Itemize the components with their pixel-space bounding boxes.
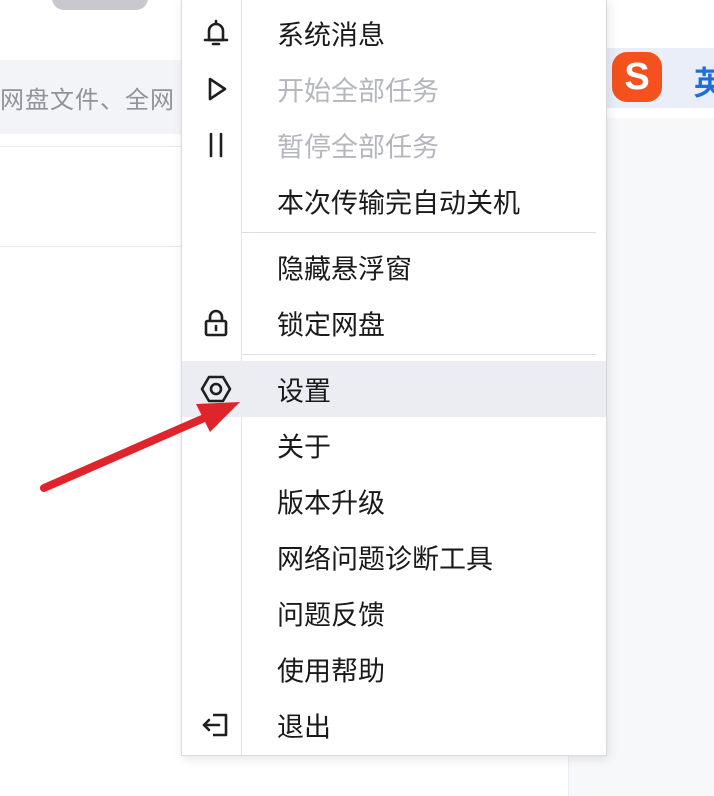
menu-item-label: 设置 bbox=[277, 376, 331, 408]
background-divider bbox=[0, 146, 190, 147]
menu-separator bbox=[242, 354, 596, 355]
menu-item-label: 隐藏悬浮窗 bbox=[277, 254, 412, 286]
lock-icon bbox=[199, 306, 233, 340]
menu-item-feedback[interactable]: 问题反馈 bbox=[182, 585, 606, 641]
menu-item-version-upgrade[interactable]: 版本升级 bbox=[182, 473, 606, 529]
menu-item-exit[interactable]: 退出 bbox=[182, 697, 606, 753]
exit-icon bbox=[199, 708, 233, 742]
menu-item-help[interactable]: 使用帮助 bbox=[182, 641, 606, 697]
menu-item-network-diagnostics[interactable]: 网络问题诊断工具 bbox=[182, 529, 606, 585]
play-icon bbox=[199, 72, 233, 106]
menu-item-label: 暂停全部任务 bbox=[277, 132, 439, 164]
menu-separator bbox=[242, 232, 596, 233]
menu-item-label: 开始全部任务 bbox=[277, 76, 439, 108]
menu-item-settings[interactable]: 设置 bbox=[182, 361, 606, 417]
background-divider bbox=[0, 246, 190, 247]
menu-item-auto-shutdown[interactable]: 本次传输完自动关机 bbox=[182, 173, 606, 229]
menu-item-lock-drive[interactable]: 锁定网盘 bbox=[182, 295, 606, 351]
background-tab-pill bbox=[52, 0, 148, 10]
menu-item-system-messages[interactable]: 系统消息 bbox=[182, 5, 606, 61]
pause-icon bbox=[199, 128, 233, 162]
gear-icon bbox=[199, 372, 233, 406]
menu-item-label: 使用帮助 bbox=[277, 656, 385, 688]
menu-item-start-all-tasks[interactable]: 开始全部任务 bbox=[182, 61, 606, 117]
sogou-ime-logo[interactable]: S bbox=[612, 52, 662, 102]
menu-item-about[interactable]: 关于 bbox=[182, 417, 606, 473]
menu-item-label: 锁定网盘 bbox=[277, 310, 385, 342]
menu-item-label: 本次传输完自动关机 bbox=[277, 188, 520, 220]
bell-icon bbox=[199, 16, 233, 50]
menu-item-label: 网络问题诊断工具 bbox=[277, 544, 493, 576]
menu-item-pause-all-tasks[interactable]: 暂停全部任务 bbox=[182, 117, 606, 173]
menu-item-label: 关于 bbox=[277, 432, 331, 464]
sogou-logo-letter: S bbox=[624, 56, 650, 98]
menu-item-hide-floating-window[interactable]: 隐藏悬浮窗 bbox=[182, 239, 606, 295]
menu-item-label: 版本升级 bbox=[277, 488, 385, 520]
tray-context-menu: 系统消息 开始全部任务 暂停全部任务 本次传输完自动关机 隐藏悬浮窗 锁定网盘 … bbox=[181, 0, 607, 756]
ime-mode-label[interactable]: 英 bbox=[694, 58, 714, 104]
menu-item-label: 退出 bbox=[277, 712, 331, 744]
menu-item-label: 系统消息 bbox=[277, 20, 385, 52]
background-search-hint: 网盘文件、全网 bbox=[0, 86, 175, 114]
menu-item-label: 问题反馈 bbox=[277, 600, 385, 632]
